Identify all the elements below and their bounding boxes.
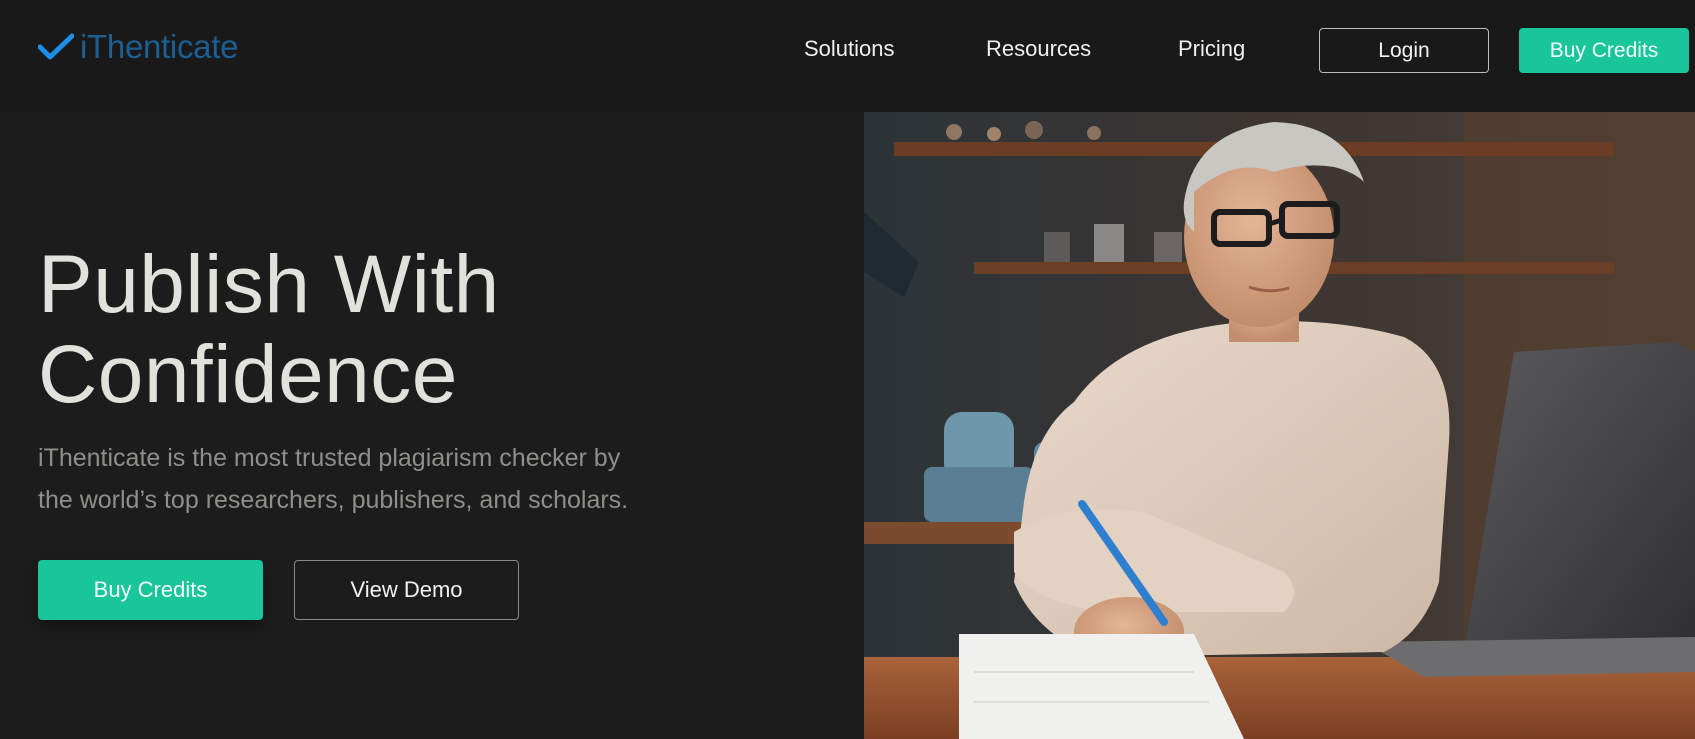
nav-solutions[interactable]: Solutions bbox=[804, 36, 895, 62]
hero-title: Publish With Confidence bbox=[38, 240, 738, 420]
hero-subtitle: iThenticate is the most trusted plagiari… bbox=[38, 437, 758, 521]
buy-credits-button[interactable]: Buy Credits bbox=[38, 560, 263, 620]
hero-photo bbox=[864, 112, 1695, 739]
hero-photo-illustration bbox=[864, 112, 1695, 739]
hero-title-line1: Publish With bbox=[38, 239, 500, 330]
buy-credits-button-header[interactable]: Buy Credits bbox=[1519, 28, 1689, 73]
hero-subtitle-line1: iThenticate is the most trusted plagiari… bbox=[38, 444, 621, 472]
logo-text: iThenticate bbox=[80, 28, 239, 65]
logo[interactable]: iThenticate bbox=[38, 28, 238, 66]
checkmark-icon bbox=[38, 33, 74, 60]
nav-pricing[interactable]: Pricing bbox=[1178, 36, 1245, 62]
view-demo-button[interactable]: View Demo bbox=[294, 560, 519, 620]
hero-section bbox=[0, 112, 864, 739]
nav-resources[interactable]: Resources bbox=[986, 36, 1091, 62]
hero-subtitle-line2: the world’s top researchers, publishers,… bbox=[38, 486, 629, 514]
login-button[interactable]: Login bbox=[1319, 28, 1489, 73]
hero-title-line2: Confidence bbox=[38, 329, 458, 420]
site-header: iThenticate Solutions Resources Pricing … bbox=[0, 0, 1695, 112]
